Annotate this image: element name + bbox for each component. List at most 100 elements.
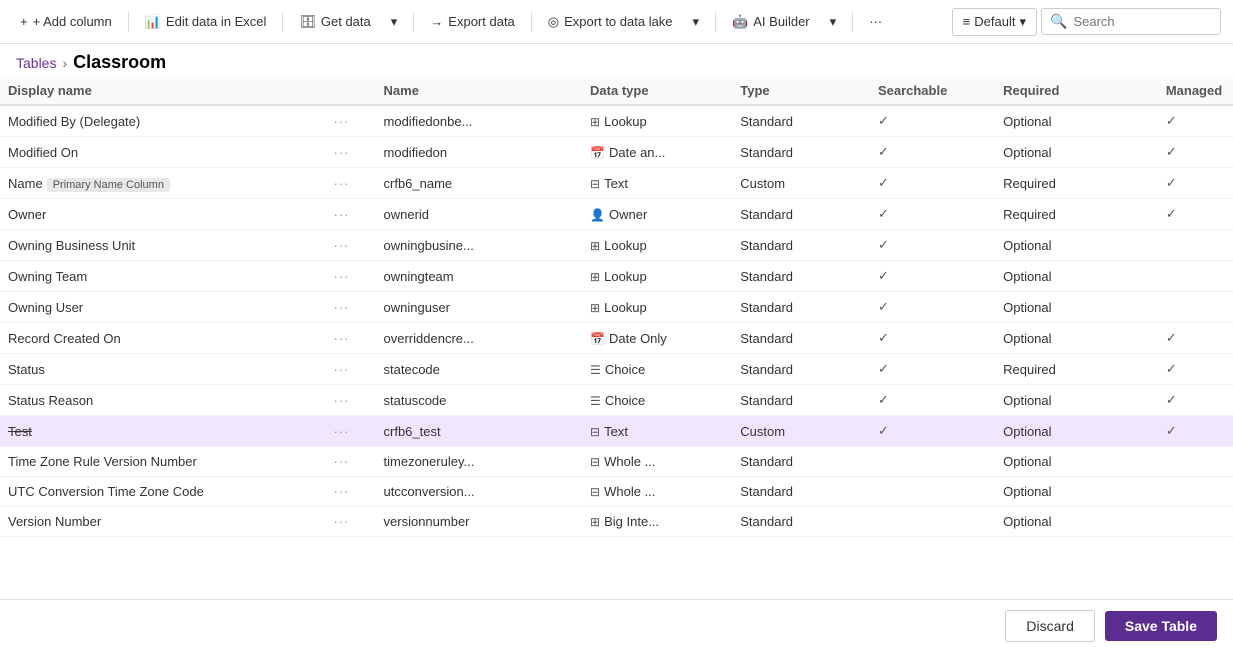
table-row[interactable]: Record Created On ···overriddencre...📅Dat… — [0, 323, 1233, 354]
type-icon: ⊟ — [590, 425, 600, 439]
type-icon: ⊞ — [590, 115, 600, 129]
cell-dots-menu[interactable]: ··· — [325, 507, 375, 537]
table-row[interactable]: Status Reason···statuscode☰ChoiceStandar… — [0, 385, 1233, 416]
check-icon: ✓ — [878, 330, 889, 345]
breadcrumb-tables-link[interactable]: Tables — [16, 55, 56, 71]
cell-display-name: Owning Business Unit — [0, 230, 325, 261]
chevron-down-icon-4: ▾ — [1019, 14, 1026, 30]
cell-data-type: 📅Date Only — [582, 323, 732, 354]
col-header-managed: Managed — [1158, 77, 1233, 105]
discard-button[interactable]: Discard — [1005, 610, 1094, 642]
table-row[interactable]: UTC Conversion Time Zone Code···utcconve… — [0, 477, 1233, 507]
table-row[interactable]: NamePrimary Name Column···crfb6_name⊟Tex… — [0, 168, 1233, 199]
cell-type: Standard — [732, 105, 870, 137]
managed-check-icon: ✓ — [1166, 144, 1177, 159]
table-row[interactable]: Owning Team···owningteam⊞LookupStandard✓… — [0, 261, 1233, 292]
check-icon: ✓ — [878, 361, 889, 376]
cell-logical-name: crfb6_test — [376, 416, 583, 447]
table-row[interactable]: Modified By (Delegate)···modifiedonbe...… — [0, 105, 1233, 137]
edit-excel-button[interactable]: 📊 Edit data in Excel — [137, 9, 275, 35]
divider-2 — [282, 12, 283, 32]
cell-display-name: Version Number — [0, 507, 325, 537]
cell-searchable: ✓ — [870, 261, 995, 292]
cell-dots-menu[interactable]: ··· — [325, 261, 375, 292]
table-row[interactable]: Modified On···modifiedon📅Date an...Stand… — [0, 137, 1233, 168]
cell-dots-menu[interactable]: ··· — [325, 137, 375, 168]
row-name-text: Modified By (Delegate) — [8, 114, 140, 129]
check-icon: ✓ — [878, 299, 889, 314]
cell-required: Optional — [995, 292, 1158, 323]
row-name-text: Status — [8, 362, 45, 377]
cell-required: Required — [995, 354, 1158, 385]
cell-dots-menu[interactable]: ··· — [325, 477, 375, 507]
table-row[interactable]: Owning Business Unit···owningbusine...⊞L… — [0, 230, 1233, 261]
cell-dots-menu[interactable]: ··· — [325, 292, 375, 323]
row-name-text: Record Created On — [8, 331, 121, 346]
export-lake-button[interactable]: ◎ Export to data lake — [540, 9, 681, 35]
excel-icon: 📊 — [145, 14, 161, 30]
more-button[interactable]: ··· — [861, 9, 890, 34]
add-column-button[interactable]: + + Add column — [12, 9, 120, 34]
divider-4 — [531, 12, 532, 32]
cell-dots-menu[interactable]: ··· — [325, 323, 375, 354]
cell-managed — [1158, 507, 1233, 537]
table-body: Modified By (Delegate)···modifiedonbe...… — [0, 105, 1233, 537]
table-row[interactable]: Version Number···versionnumber⊞Big Inte.… — [0, 507, 1233, 537]
export-data-button[interactable]: → Export data — [422, 9, 523, 34]
row-name-text: Owning Business Unit — [8, 238, 135, 253]
cell-dots-menu[interactable]: ··· — [325, 385, 375, 416]
cell-managed: ✓ — [1158, 323, 1233, 354]
cell-searchable — [870, 447, 995, 477]
cell-data-type: ⊟Text — [582, 416, 732, 447]
cell-display-name: Status Reason — [0, 385, 325, 416]
cell-searchable: ✓ — [870, 168, 995, 199]
default-view-button[interactable]: ≡ Default ▾ — [952, 8, 1037, 36]
cell-logical-name: versionnumber — [376, 507, 583, 537]
type-icon: ⊟ — [590, 485, 600, 499]
table-row[interactable]: Status···statecode☰ChoiceStandard✓Requir… — [0, 354, 1233, 385]
cell-display-name: Modified By (Delegate) — [0, 105, 325, 137]
cell-searchable: ✓ — [870, 385, 995, 416]
cell-dots-menu[interactable]: ··· — [325, 105, 375, 137]
table-row[interactable]: Owner···ownerid👤OwnerStandard✓Required✓ — [0, 199, 1233, 230]
col-header-name: Name — [376, 77, 583, 105]
cell-logical-name: overriddencre... — [376, 323, 583, 354]
export-lake-dropdown-button[interactable]: ▾ — [685, 9, 708, 35]
table-row[interactable]: Test···crfb6_test⊟TextCustom✓Optional✓ — [0, 416, 1233, 447]
table-row[interactable]: Owning User···owninguser⊞LookupStandard✓… — [0, 292, 1233, 323]
search-box[interactable]: 🔍 — [1041, 8, 1221, 35]
lines-icon: ≡ — [963, 14, 971, 29]
cell-display-name: UTC Conversion Time Zone Code — [0, 477, 325, 507]
cell-data-type: ⊟Text — [582, 168, 732, 199]
check-icon: ✓ — [878, 423, 889, 438]
cell-type: Standard — [732, 354, 870, 385]
get-data-dropdown-button[interactable]: ▾ — [383, 9, 406, 35]
ai-builder-dropdown-button[interactable]: ▾ — [822, 9, 845, 35]
cell-dots-menu[interactable]: ··· — [325, 416, 375, 447]
get-data-button[interactable]: 🗄 Get data — [291, 9, 378, 35]
breadcrumb-current: Classroom — [73, 52, 166, 73]
cell-data-type: ⊞Lookup — [582, 261, 732, 292]
check-icon: ✓ — [878, 268, 889, 283]
table-container: Display name Name Data type Type Searcha… — [0, 77, 1233, 599]
cell-type: Standard — [732, 507, 870, 537]
cell-dots-menu[interactable]: ··· — [325, 199, 375, 230]
search-input[interactable] — [1073, 14, 1203, 29]
cell-data-type: ⊞Lookup — [582, 230, 732, 261]
save-table-button[interactable]: Save Table — [1105, 611, 1217, 641]
cell-dots-menu[interactable]: ··· — [325, 354, 375, 385]
cell-display-name: Record Created On — [0, 323, 325, 354]
row-name-text: Status Reason — [8, 393, 93, 408]
col-header-searchable: Searchable — [870, 77, 995, 105]
cell-logical-name: ownerid — [376, 199, 583, 230]
cell-managed: ✓ — [1158, 199, 1233, 230]
row-name-text: Owning Team — [8, 269, 87, 284]
table-row[interactable]: Time Zone Rule Version Number···timezone… — [0, 447, 1233, 477]
cell-dots-menu[interactable]: ··· — [325, 447, 375, 477]
cell-data-type: ⊞Lookup — [582, 292, 732, 323]
row-name-text: Time Zone Rule Version Number — [8, 454, 197, 469]
cell-type: Custom — [732, 168, 870, 199]
cell-dots-menu[interactable]: ··· — [325, 230, 375, 261]
cell-dots-menu[interactable]: ··· — [325, 168, 375, 199]
ai-builder-button[interactable]: 🤖 AI Builder — [724, 9, 818, 35]
